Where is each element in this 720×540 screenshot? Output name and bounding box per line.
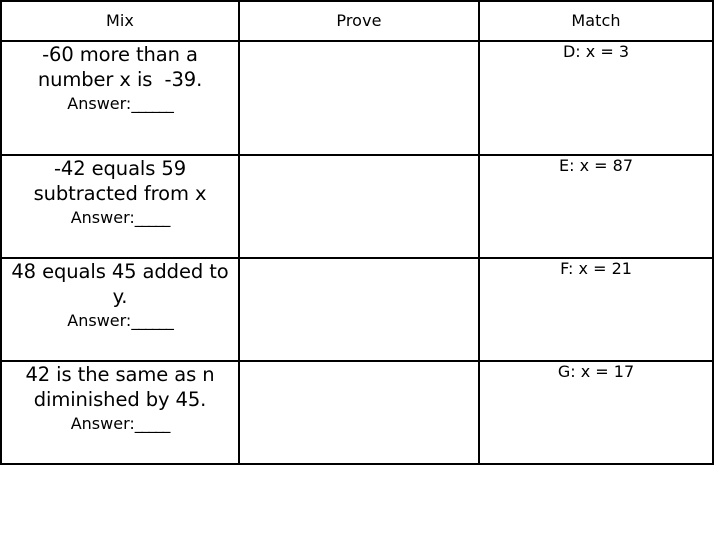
match-option: D: x = 3 [562,42,630,61]
header-row: Mix Prove Match [0,0,714,42]
match-cell: G: x = 17 [478,360,714,465]
mix-prove-match-table: Mix Prove Match -60 more than a number x… [0,0,714,465]
answer-line: Answer:______ [2,310,238,331]
table-header: Mix Prove Match [0,0,714,42]
prove-cell[interactable] [238,40,480,156]
match-cell: D: x = 3 [478,40,714,156]
table-body: -60 more than a number x is -39. Answer:… [0,40,714,465]
answer-blank[interactable]: _____ [135,414,171,433]
mix-cell: -42 equals 59 subtracted from x Answer:_… [0,154,240,259]
mix-cell: -60 more than a number x is -39. Answer:… [0,40,240,156]
prove-cell[interactable] [238,154,480,259]
answer-label: Answer: [67,94,132,113]
match-option: G: x = 17 [557,362,635,381]
match-option: E: x = 87 [559,156,633,175]
answer-line: Answer:______ [2,93,238,114]
prove-cell[interactable] [238,360,480,465]
problem-statement: -42 equals 59 subtracted from x [33,157,207,205]
answer-line: Answer:_____ [2,413,238,434]
answer-label: Answer: [67,311,132,330]
column-header-mix: Mix [0,0,240,42]
match-cell: F: x = 21 [478,257,714,362]
problem-statement: -60 more than a number x is -39. [37,43,204,91]
match-option: F: x = 21 [560,259,632,278]
table-row: -42 equals 59 subtracted from x Answer:_… [0,154,714,259]
answer-blank[interactable]: ______ [131,94,174,113]
table-row: -60 more than a number x is -39. Answer:… [0,40,714,156]
answer-blank[interactable]: _____ [135,208,171,227]
column-header-match: Match [478,0,714,42]
table-row: 48 equals 45 added to y. Answer:______ F… [0,257,714,362]
prove-cell[interactable] [238,257,480,362]
mix-cell: 42 is the same as n diminished by 45. An… [0,360,240,465]
mix-cell: 48 equals 45 added to y. Answer:______ [0,257,240,362]
column-header-prove: Prove [238,0,480,42]
mix-prove-match-worksheet: Mix Prove Match -60 more than a number x… [0,0,714,465]
match-cell: E: x = 87 [478,154,714,259]
problem-statement: 42 is the same as n diminished by 45. [25,363,221,411]
answer-line: Answer:_____ [2,207,238,228]
answer-blank[interactable]: ______ [131,311,174,330]
table-row: 42 is the same as n diminished by 45. An… [0,360,714,465]
problem-statement: 48 equals 45 added to y. [11,260,235,308]
answer-label: Answer: [70,208,135,227]
answer-label: Answer: [70,414,135,433]
